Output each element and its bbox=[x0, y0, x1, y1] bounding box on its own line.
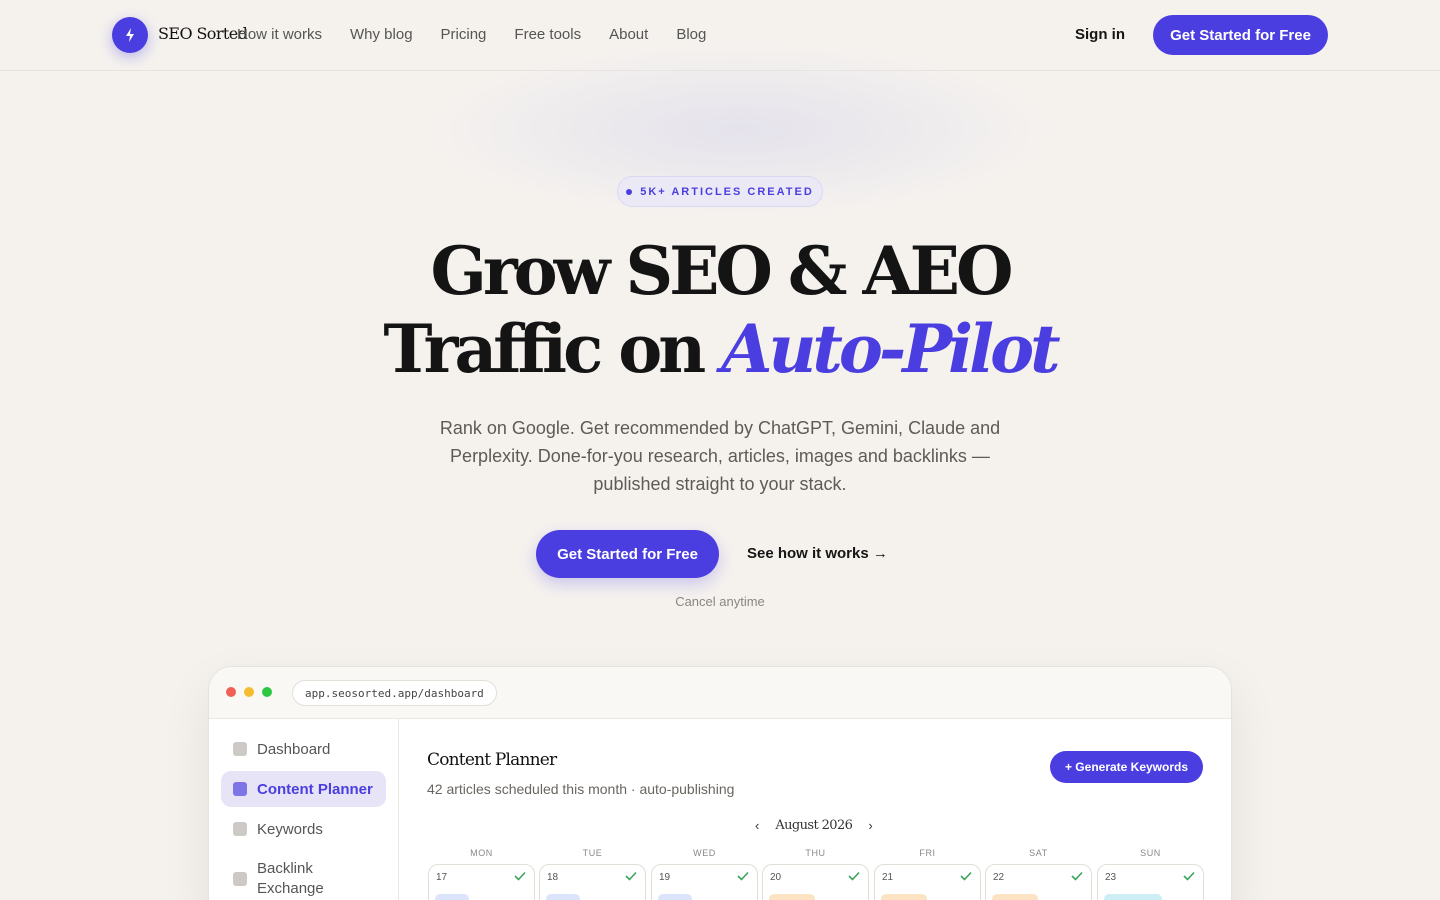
nav-why-blog[interactable]: Why blog bbox=[350, 26, 413, 43]
brand-name[interactable]: SEO Sorted bbox=[158, 24, 248, 43]
sidebar-item-backlink-exchange[interactable]: Backlink Exchange bbox=[221, 857, 331, 900]
sidebar-item-label: Content Planner bbox=[257, 780, 373, 798]
sidebar-item-label: Dashboard bbox=[257, 740, 331, 758]
sidebar-item-content-planner[interactable]: Content Planner bbox=[221, 771, 386, 807]
nav-free-tools[interactable]: Free tools bbox=[514, 26, 581, 43]
close-dot-icon bbox=[226, 687, 236, 697]
maximize-dot-icon bbox=[262, 687, 272, 697]
article-chip bbox=[881, 894, 927, 900]
badge-text: 5K+ ARTICLES CREATED bbox=[640, 185, 814, 198]
article-chip bbox=[992, 894, 1038, 900]
day-number: 21 bbox=[882, 872, 894, 883]
weekday-label: SAT bbox=[1029, 848, 1048, 858]
check-icon bbox=[1071, 871, 1083, 881]
article-chip bbox=[769, 894, 815, 900]
window-titlebar: app.seosorted.app/dashboard bbox=[209, 667, 1231, 719]
header-get-started-button[interactable]: Get Started for Free bbox=[1153, 15, 1328, 55]
site-header: SEO Sorted How it works Why blog Pricing… bbox=[0, 0, 1440, 71]
weekday-label: SUN bbox=[1140, 848, 1161, 858]
day-number: 23 bbox=[1105, 872, 1117, 883]
day-number: 17 bbox=[436, 872, 448, 883]
weekday-label: FRI bbox=[919, 848, 936, 858]
nav-blog[interactable]: Blog bbox=[676, 26, 706, 43]
calendar-day-cell[interactable]: 23 bbox=[1097, 864, 1204, 900]
planner-subtitle: 42 articles scheduled this month · auto-… bbox=[427, 781, 735, 797]
address-bar[interactable]: app.seosorted.app/dashboard bbox=[292, 680, 497, 706]
check-icon bbox=[514, 871, 526, 881]
keywords-icon bbox=[233, 822, 247, 836]
day-number: 18 bbox=[547, 872, 559, 883]
prev-month-chevron-icon[interactable]: ‹ bbox=[755, 818, 759, 833]
hero-headline: Grow SEO & AEO Traffic on Auto-Pilot bbox=[320, 232, 1120, 388]
nav-about[interactable]: About bbox=[609, 26, 648, 43]
planner-main: Content Planner 42 articles scheduled th… bbox=[400, 719, 1231, 900]
weekday-label: THU bbox=[805, 848, 826, 858]
check-icon bbox=[737, 871, 749, 881]
month-label: August 2026 bbox=[775, 818, 853, 833]
calendar-day-cell[interactable]: 18 bbox=[539, 864, 646, 900]
check-icon bbox=[1183, 871, 1195, 881]
weekday-label: WED bbox=[693, 848, 716, 858]
headline-accent: Auto-Pilot bbox=[721, 310, 1060, 388]
generate-keywords-button[interactable]: + Generate Keywords bbox=[1050, 751, 1203, 783]
check-icon bbox=[848, 871, 860, 881]
sidebar-item-label: Keywords bbox=[257, 820, 323, 838]
month-navigator: ‹ August 2026 › bbox=[755, 818, 873, 833]
hero-get-started-button[interactable]: Get Started for Free bbox=[536, 530, 719, 578]
day-number: 19 bbox=[659, 872, 671, 883]
day-number: 22 bbox=[993, 872, 1005, 883]
app-sidebar: Dashboard Content Planner Keywords Backl… bbox=[209, 719, 399, 900]
main-nav: How it works Why blog Pricing Free tools… bbox=[237, 26, 706, 43]
calendar-day-cell[interactable]: 17 bbox=[428, 864, 535, 900]
weekday-label: TUE bbox=[582, 848, 603, 858]
nav-pricing[interactable]: Pricing bbox=[441, 26, 487, 43]
calendar-day-cell[interactable]: 22 bbox=[985, 864, 1092, 900]
badge-dot bbox=[626, 188, 633, 195]
sidebar-item-label: Backlink Exchange bbox=[257, 860, 324, 897]
calendar-day-cell[interactable]: 19 bbox=[651, 864, 758, 900]
calendar-day-cell[interactable]: 20 bbox=[762, 864, 869, 900]
backlink-exchange-icon bbox=[233, 872, 247, 886]
check-icon bbox=[960, 871, 972, 881]
see-how-it-works-link[interactable]: See how it works → bbox=[747, 545, 888, 562]
logo-mark[interactable] bbox=[112, 17, 148, 53]
next-month-chevron-icon[interactable]: › bbox=[868, 818, 872, 833]
hero-subtext: Rank on Google. Get recommended by ChatG… bbox=[439, 418, 1001, 494]
article-chip bbox=[1104, 894, 1162, 900]
lightning-bolt-icon bbox=[126, 28, 134, 42]
weekday-label: MON bbox=[470, 848, 493, 858]
check-icon bbox=[625, 871, 637, 881]
sidebar-item-keywords[interactable]: Keywords bbox=[221, 811, 386, 847]
dashboard-icon bbox=[233, 742, 247, 756]
headline-line-1: Grow SEO & AEO bbox=[430, 232, 1014, 310]
sidebar-item-dashboard[interactable]: Dashboard bbox=[221, 731, 386, 767]
articles-badge: 5K+ ARTICLES CREATED bbox=[617, 176, 823, 207]
cancel-anytime-note: Cancel anytime bbox=[675, 594, 765, 609]
article-chip bbox=[435, 894, 469, 900]
minimize-dot-icon bbox=[244, 687, 254, 697]
content-planner-icon bbox=[233, 782, 247, 796]
headline-line-2: Traffic on bbox=[383, 310, 722, 388]
app-preview-window: app.seosorted.app/dashboard Dashboard Co… bbox=[208, 666, 1232, 900]
sign-in-link[interactable]: Sign in bbox=[1075, 26, 1125, 43]
nav-how-it-works[interactable]: How it works bbox=[237, 26, 322, 43]
day-number: 20 bbox=[770, 872, 782, 883]
planner-title: Content Planner bbox=[427, 750, 557, 770]
article-chip bbox=[658, 894, 692, 900]
calendar-day-cell[interactable]: 21 bbox=[874, 864, 981, 900]
article-chip bbox=[546, 894, 580, 900]
